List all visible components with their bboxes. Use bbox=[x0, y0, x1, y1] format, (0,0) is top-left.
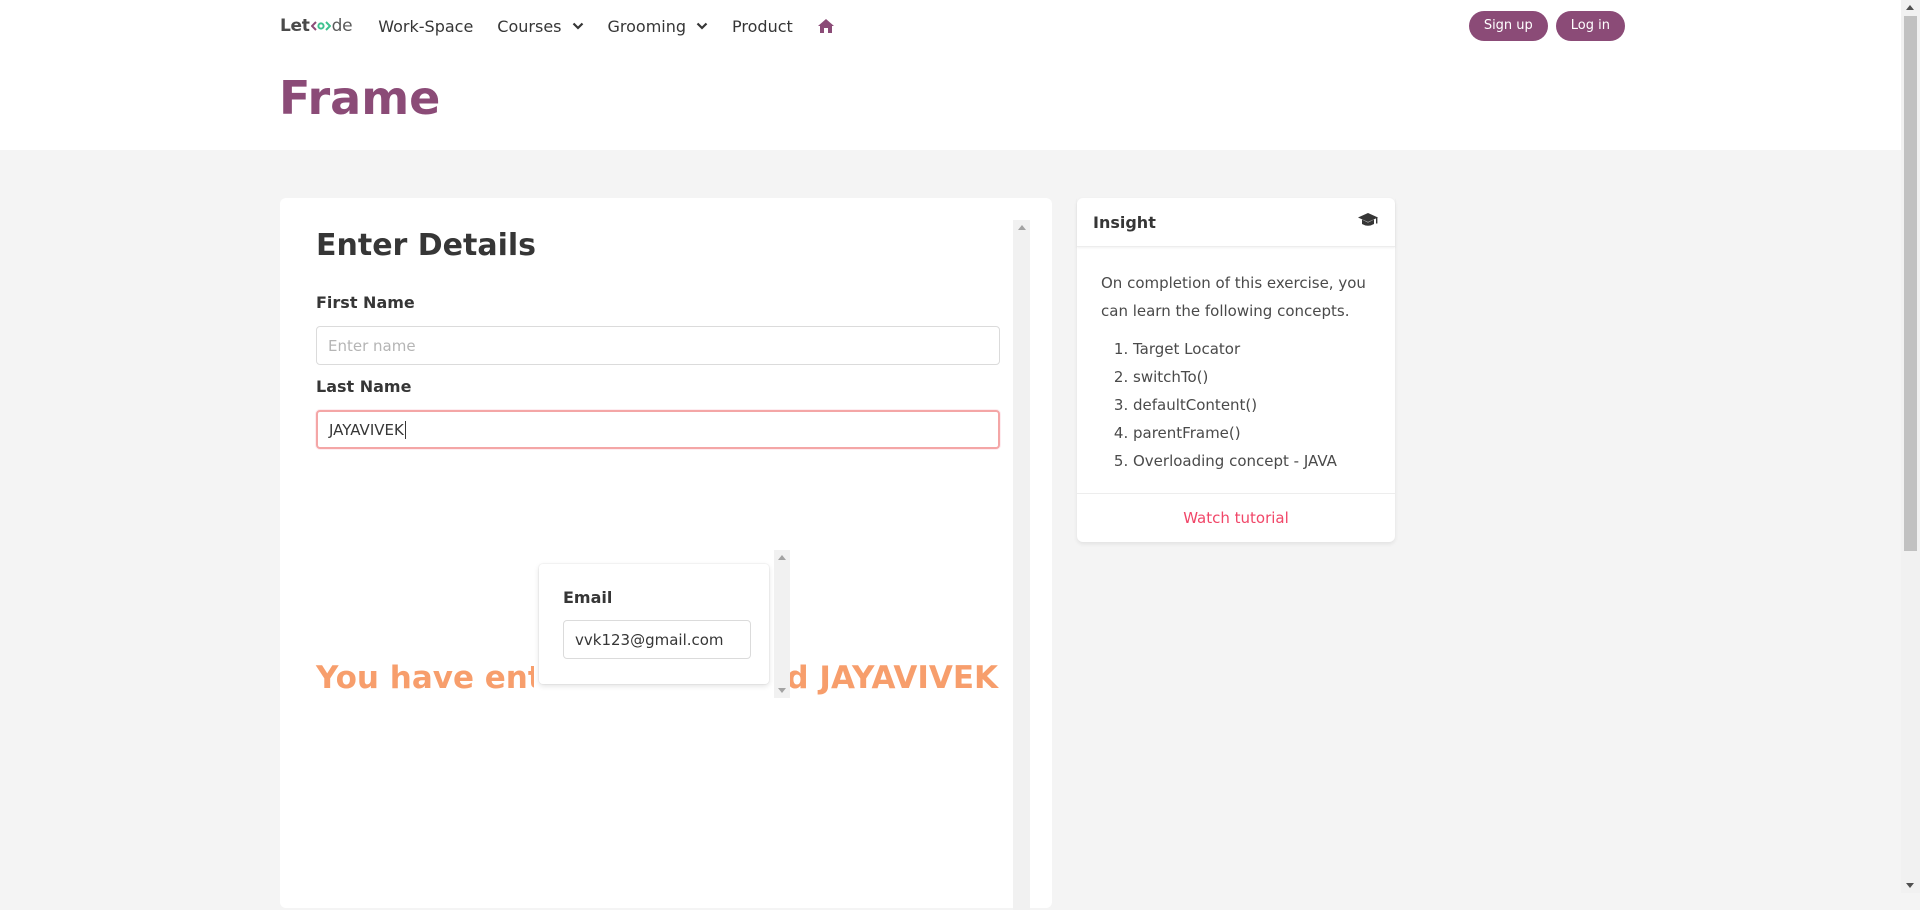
list-item: Target Locator bbox=[1133, 335, 1371, 363]
logo-arrows-icon bbox=[310, 20, 331, 32]
nav-item-grooming[interactable]: Grooming bbox=[608, 17, 709, 36]
list-item: switchTo() bbox=[1133, 363, 1371, 391]
scrollbar-thumb[interactable] bbox=[1904, 16, 1917, 551]
auth-buttons: Sign up Log in bbox=[1468, 11, 1625, 41]
email-value: vvk123@gmail.com bbox=[575, 630, 724, 649]
first-name-placeholder: Enter name bbox=[328, 336, 416, 355]
list-item: parentFrame() bbox=[1133, 419, 1371, 447]
insight-body: On completion of this exercise, you can … bbox=[1077, 247, 1395, 475]
nested-frame-scrollbar[interactable] bbox=[774, 550, 790, 698]
email-input[interactable]: vvk123@gmail.com bbox=[563, 620, 751, 659]
last-name-input[interactable]: JAYAVIVEK bbox=[316, 410, 1000, 449]
nav-item-courses[interactable]: Courses bbox=[497, 17, 583, 36]
first-name-input[interactable]: Enter name bbox=[316, 326, 1000, 365]
insight-card: Insight On completion of this exercise, … bbox=[1077, 198, 1395, 542]
nav-item-label: Courses bbox=[497, 16, 562, 36]
graduation-cap-icon bbox=[1357, 212, 1379, 232]
navbar: Let de Work-Space Courses Grooming Produ… bbox=[280, 0, 1625, 52]
signup-button[interactable]: Sign up bbox=[1468, 11, 1548, 41]
text-caret bbox=[404, 420, 406, 439]
insight-title: Insight bbox=[1093, 212, 1156, 232]
nav-item-label: Grooming bbox=[607, 16, 687, 36]
page-title: Frame bbox=[279, 71, 441, 125]
first-name-label: First Name bbox=[316, 293, 415, 312]
logo-text-de: de bbox=[331, 16, 353, 36]
site-logo[interactable]: Let de bbox=[280, 16, 353, 36]
nav-item-workspace[interactable]: Work-Space bbox=[378, 17, 473, 36]
last-name-value: JAYAVIVEK bbox=[329, 420, 404, 439]
chevron-down-icon bbox=[696, 22, 708, 30]
form-heading: Enter Details bbox=[316, 228, 537, 263]
insight-intro: On completion of this exercise, you can … bbox=[1101, 274, 1366, 320]
scroll-up-arrow-icon[interactable] bbox=[778, 555, 786, 560]
login-button[interactable]: Log in bbox=[1555, 11, 1625, 41]
page-scrollbar[interactable] bbox=[1901, 0, 1920, 893]
list-item: Overloading concept - JAVA bbox=[1133, 447, 1371, 475]
scroll-up-arrow-icon[interactable] bbox=[1906, 5, 1914, 10]
nav-item-label: Product bbox=[732, 16, 793, 36]
chevron-down-icon bbox=[572, 22, 584, 30]
insight-footer: Watch tutorial bbox=[1077, 493, 1395, 542]
nav-item-label: Work-Space bbox=[378, 16, 474, 36]
home-icon[interactable] bbox=[817, 18, 835, 34]
email-label: Email bbox=[563, 588, 613, 607]
email-card: Email vvk123@gmail.com bbox=[539, 564, 769, 684]
last-name-label: Last Name bbox=[316, 377, 412, 396]
concept-list: Target Locator switchTo() defaultContent… bbox=[1101, 335, 1371, 475]
insight-header: Insight bbox=[1077, 198, 1395, 247]
watch-tutorial-link[interactable]: Watch tutorial bbox=[1183, 509, 1289, 527]
logo-text-let: Let bbox=[280, 16, 310, 36]
nav-item-product[interactable]: Product bbox=[732, 17, 793, 36]
list-item: defaultContent() bbox=[1133, 391, 1371, 419]
main-frame-card: Enter Details First Name Enter name Last… bbox=[280, 198, 1052, 910]
scroll-up-arrow-icon[interactable] bbox=[1018, 225, 1026, 230]
scroll-down-arrow-icon[interactable] bbox=[1906, 883, 1914, 888]
frame-scrollbar[interactable] bbox=[1013, 220, 1030, 910]
scroll-down-arrow-icon[interactable] bbox=[778, 688, 786, 693]
nested-frame: Email vvk123@gmail.com bbox=[534, 550, 790, 698]
